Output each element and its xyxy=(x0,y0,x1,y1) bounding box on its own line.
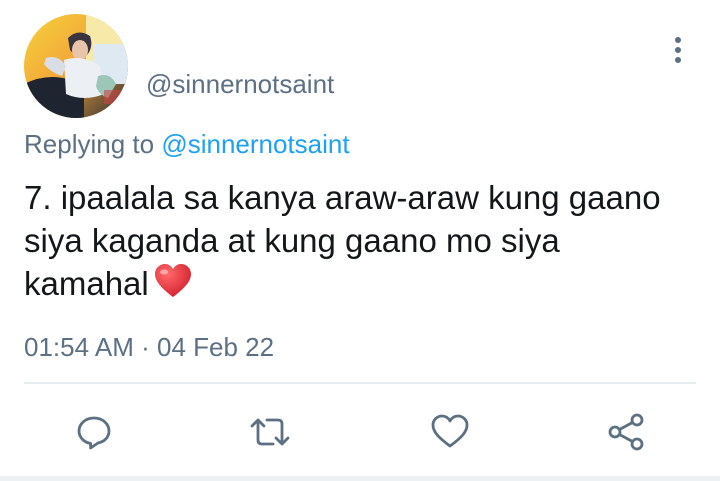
reply-icon xyxy=(77,416,111,450)
divider xyxy=(24,382,696,384)
tweet-text: 7. ipaalala sa kanya araw-araw kung gaan… xyxy=(24,179,661,302)
share-button[interactable] xyxy=(604,410,648,454)
replying-to-mention[interactable]: @sinnernotsaint xyxy=(161,129,349,159)
tweet-date: 04 Feb 22 xyxy=(157,332,275,362)
retweet-icon xyxy=(250,418,290,446)
bottom-separator xyxy=(0,476,720,481)
share-icon xyxy=(608,413,644,451)
tweet-timestamp[interactable]: 01:54 AM · 04 Feb 22 xyxy=(24,330,274,364)
like-button[interactable] xyxy=(428,410,472,454)
red-heart-emoji-icon xyxy=(153,263,193,309)
replying-to: Replying to @sinnernotsaint xyxy=(24,127,350,161)
vertical-dots-icon xyxy=(675,37,681,63)
tweet-time: 01:54 AM xyxy=(24,332,134,362)
timestamp-separator: · xyxy=(141,332,150,362)
heart-icon xyxy=(431,414,469,448)
avatar-photo xyxy=(24,14,128,118)
avatar[interactable] xyxy=(24,14,128,118)
replying-to-label: Replying to xyxy=(24,129,155,159)
more-options-button[interactable] xyxy=(662,32,694,68)
tweet-text-container: 7. ipaalala sa kanya araw-araw kung gaan… xyxy=(24,176,684,309)
reply-button[interactable] xyxy=(72,410,116,454)
user-handle[interactable]: @sinnernotsaint xyxy=(146,67,334,101)
tweet-card: @sinnernotsaint Replying to @sinnernotsa… xyxy=(0,0,720,481)
retweet-button[interactable] xyxy=(248,410,292,454)
